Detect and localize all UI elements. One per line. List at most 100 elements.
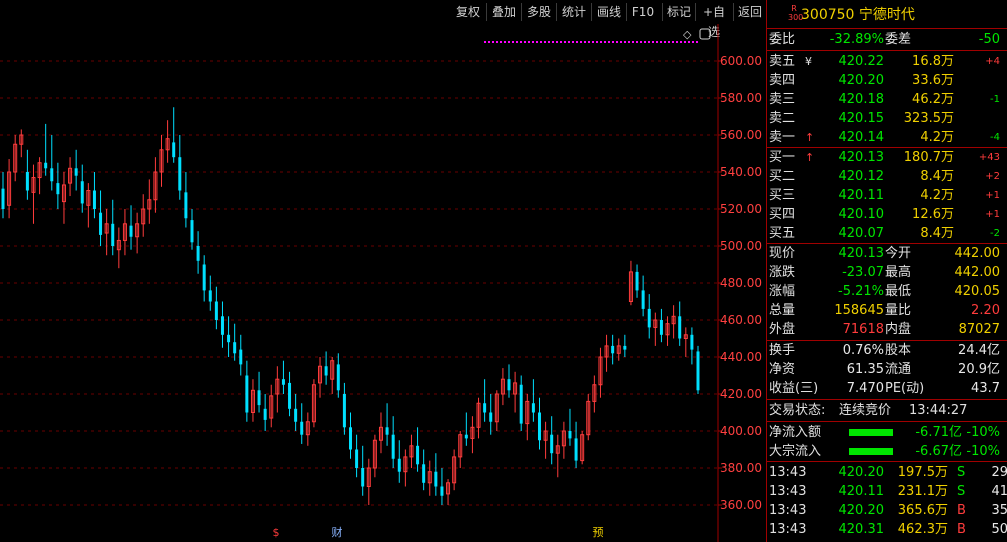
quote-panel: R 300 300750 宁德时代 委比 -32.89% 委差 -50 卖五 ¥420.22 16… [766,0,1007,542]
y-tick-label: 600.00 [720,54,762,68]
stat-label: 最低 [885,284,912,299]
candle-body [227,334,231,343]
fundamental-row: 收益(三) 7.470 PE(动) 43.7 [767,379,1007,398]
stat-label: 外盘 [769,322,796,337]
candle-body [440,486,444,496]
candle-body [220,316,224,335]
candle-body [690,334,694,350]
candle-body [92,190,96,209]
ask-level-5-label: 卖五 [769,54,796,69]
y-tick-label: 460.00 [720,313,762,327]
stock-header[interactable]: R 300 300750 宁德时代 [767,4,1007,28]
stock-code-name: 300750 宁德时代 [801,7,915,23]
toolbar-button-4[interactable]: 画线 [593,2,625,22]
tick-time: 13:43 [769,503,807,518]
stat-value: 71618 [842,322,884,337]
money-flow-pct: -10% [966,444,1000,459]
toolbar-button-2[interactable]: 多股 [523,2,555,22]
ask-level-4-price: 420.20 [838,73,885,88]
bid-level-4-price: 420.10 [838,207,885,222]
fundamental-label: PE(动) [885,381,925,396]
stat-label: 现价 [769,246,796,261]
candle-body [281,379,285,385]
stat-label: 总量 [769,303,796,318]
tick-volume: 197.5万 [897,465,948,480]
bid-level-4-label: 买四 [769,207,796,222]
candle-body [635,271,639,291]
bid-level-1-label: 买一 [769,150,796,165]
panel-separator [767,421,1007,422]
candle-body [568,431,572,439]
candle-body [44,162,48,169]
candle-body [172,142,176,158]
tick-count: 50 [991,522,1007,537]
toolbar-separator [486,3,487,21]
candle-body [434,471,438,487]
ask-level-2: 卖二 420.15 323.5万 [767,109,1007,128]
fundamental-label: 流通 [885,362,912,377]
panel-separator [767,28,1007,29]
tick-row: 13:43 420.20 365.6万 B 35 [767,501,1007,520]
tick-row: 13:43 420.20 197.5万 S 29 [767,463,1007,482]
stat-row: 涨跌 -23.07 最高 442.00 [767,263,1007,282]
candle-body [324,366,328,376]
bid-level-5-volume: 8.4万 [920,226,954,241]
fundamental-value: 24.4亿 [958,343,1000,358]
candle-body [349,427,352,450]
wei-row: 委比 -32.89% 委差 -50 [767,30,1007,49]
money-flow-label: 大宗流入 [769,444,822,459]
panel-separator [767,461,1007,462]
candle-body [537,412,541,441]
bid-level-3-change: +1 [985,190,1000,201]
ask-level-1: 卖一 ↑ 420.14 4.2万 -4 [767,128,1007,147]
bid-level-1-change: +43 [978,152,1000,163]
candle-body [208,290,212,302]
bid-level-3-price: 420.11 [838,188,885,203]
kline-svg[interactable]: 360.00 380.00 400.00 420.00 440.00 460.00 480.… [0,24,766,542]
tick-row: 13:43 420.11 231.1万 S 41 [767,482,1007,501]
toolbar-button-7[interactable]: +自选 [697,2,731,39]
toolbar-button-8[interactable]: 返回 [735,2,765,22]
stat-value: -5.21% [838,284,884,299]
trade-status-row: 交易状态: 连续竞价 13:44:27 [767,401,1007,420]
kline-chart[interactable]: 360.00 380.00 400.00 420.00 440.00 460.00 480.… [0,24,766,542]
ask-level-4-label: 卖四 [769,73,796,88]
ask-level-3-volume: 46.2万 [912,92,954,107]
toolbar-button-6[interactable]: 标记 [664,2,694,22]
candle-body [550,434,554,454]
bid-level-3: 买三 420.11 4.2万 +1 [767,186,1007,205]
candle-body [184,192,188,219]
candle-body [257,390,261,406]
stat-label: 今开 [885,246,912,261]
tick-side: S [957,465,966,480]
stat-label: 涨幅 [769,284,796,299]
y-tick-label: 380.00 [720,461,762,475]
toolbar-button-3[interactable]: 统计 [558,2,590,22]
ask-level-5-volume: 16.8万 [912,54,954,69]
tick-time: 13:43 [769,465,807,480]
candle-body [245,375,249,413]
candle-body [489,412,493,422]
up-arrow-icon: ↑ [805,131,815,144]
ask-level-2-volume: 323.5万 [903,111,954,126]
candle-body [202,264,206,291]
tick-price: 420.11 [838,484,885,499]
panel-separator [767,50,1007,51]
toolbar-button-5[interactable]: F10 [628,2,658,22]
event-marker-2: 预 [593,526,604,539]
ask-level-1-label: 卖一 [769,130,796,145]
bid-level-3-volume: 4.2万 [920,188,954,203]
toolbar-button-0[interactable]: 复权 [452,2,484,22]
tick-volume: 462.3万 [897,522,948,537]
tick-side: B [957,522,966,537]
candle-body [50,168,54,182]
toolbar-button-1[interactable]: 叠加 [488,2,520,22]
tick-count: 41 [991,484,1007,499]
stat-value: 87027 [958,322,1000,337]
candle-body [483,403,487,413]
tick-side: S [957,484,966,499]
toolbar-separator [733,3,734,21]
y-tick-label: 440.00 [720,350,762,364]
ask-level-2-price: 420.15 [838,111,885,126]
stat-value: 420.13 [838,246,885,261]
